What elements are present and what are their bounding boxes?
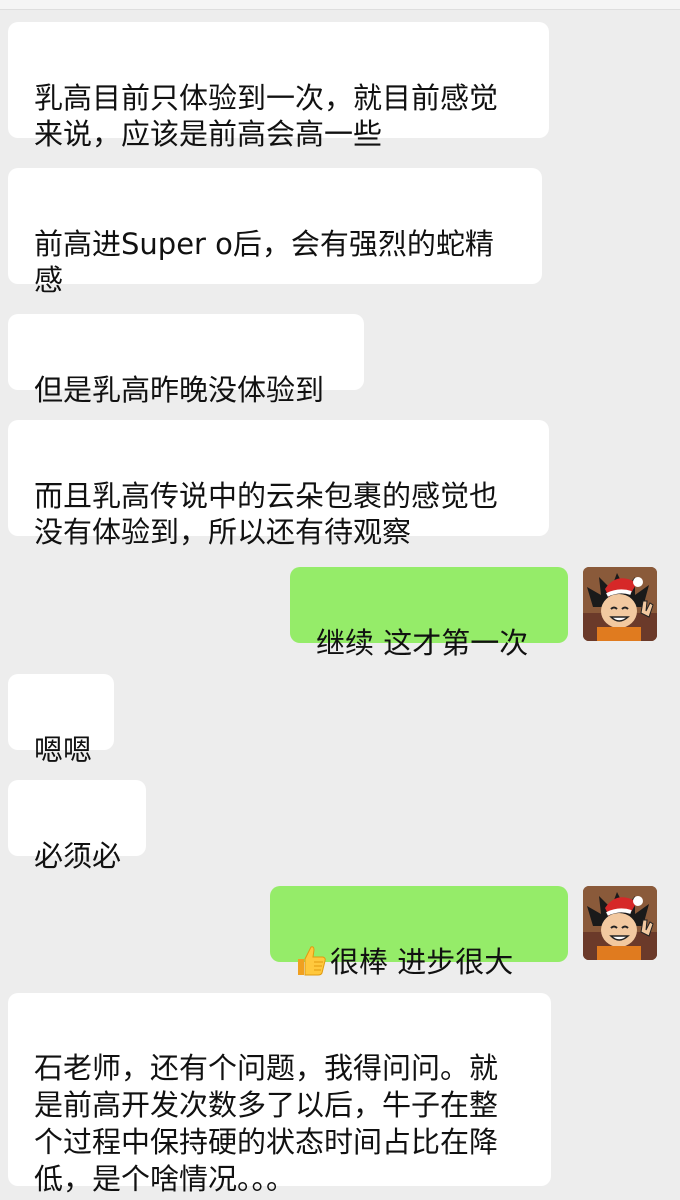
message-text: 前高进Super o后，会有强烈的蛇精 感 <box>34 227 494 297</box>
message-text: 必须必 <box>34 839 122 873</box>
message-text: 继续 这才第一次 <box>316 626 529 660</box>
message-bubble-incoming[interactable]: 嗯嗯 <box>8 674 114 767</box>
avatar[interactable] <box>583 886 657 960</box>
message-bubble-incoming[interactable]: 乳高目前只体验到一次，就目前感觉 来说，应该是前高会高一些 <box>8 22 549 151</box>
message-text: 石老师，还有个问题，我得问问。就 是前高开发次数多了以后，牛子在整 个过程中保持… <box>34 1051 499 1196</box>
message-bubble-incoming[interactable]: 石老师，还有个问题，我得问问。就 是前高开发次数多了以后，牛子在整 个过程中保持… <box>8 993 551 1196</box>
message-bubble-incoming[interactable]: 前高进Super o后，会有强烈的蛇精 感 <box>8 168 542 297</box>
message-text: 乳高目前只体验到一次，就目前感觉 来说，应该是前高会高一些 <box>34 81 499 151</box>
message-text: 但是乳高昨晚没体验到 <box>34 373 325 407</box>
message-bubble-outgoing[interactable]: 继续 这才第一次 <box>290 567 568 660</box>
message-bubble-outgoing[interactable]: 很棒 进步很大 <box>270 886 568 979</box>
top-divider <box>0 0 680 10</box>
avatar[interactable] <box>583 567 657 641</box>
thumbs-up-icon <box>298 946 326 976</box>
message-bubble-incoming[interactable]: 但是乳高昨晚没体验到 <box>8 314 364 407</box>
message-text: 嗯嗯 <box>34 733 93 767</box>
message-text: 而且乳高传说中的云朵包裹的感觉也 没有体验到，所以还有待观察 <box>34 479 499 549</box>
message-bubble-incoming[interactable]: 必须必 <box>8 780 146 873</box>
message-bubble-incoming[interactable]: 而且乳高传说中的云朵包裹的感觉也 没有体验到，所以还有待观察 <box>8 420 549 549</box>
message-text: 很棒 进步很大 <box>330 945 514 979</box>
